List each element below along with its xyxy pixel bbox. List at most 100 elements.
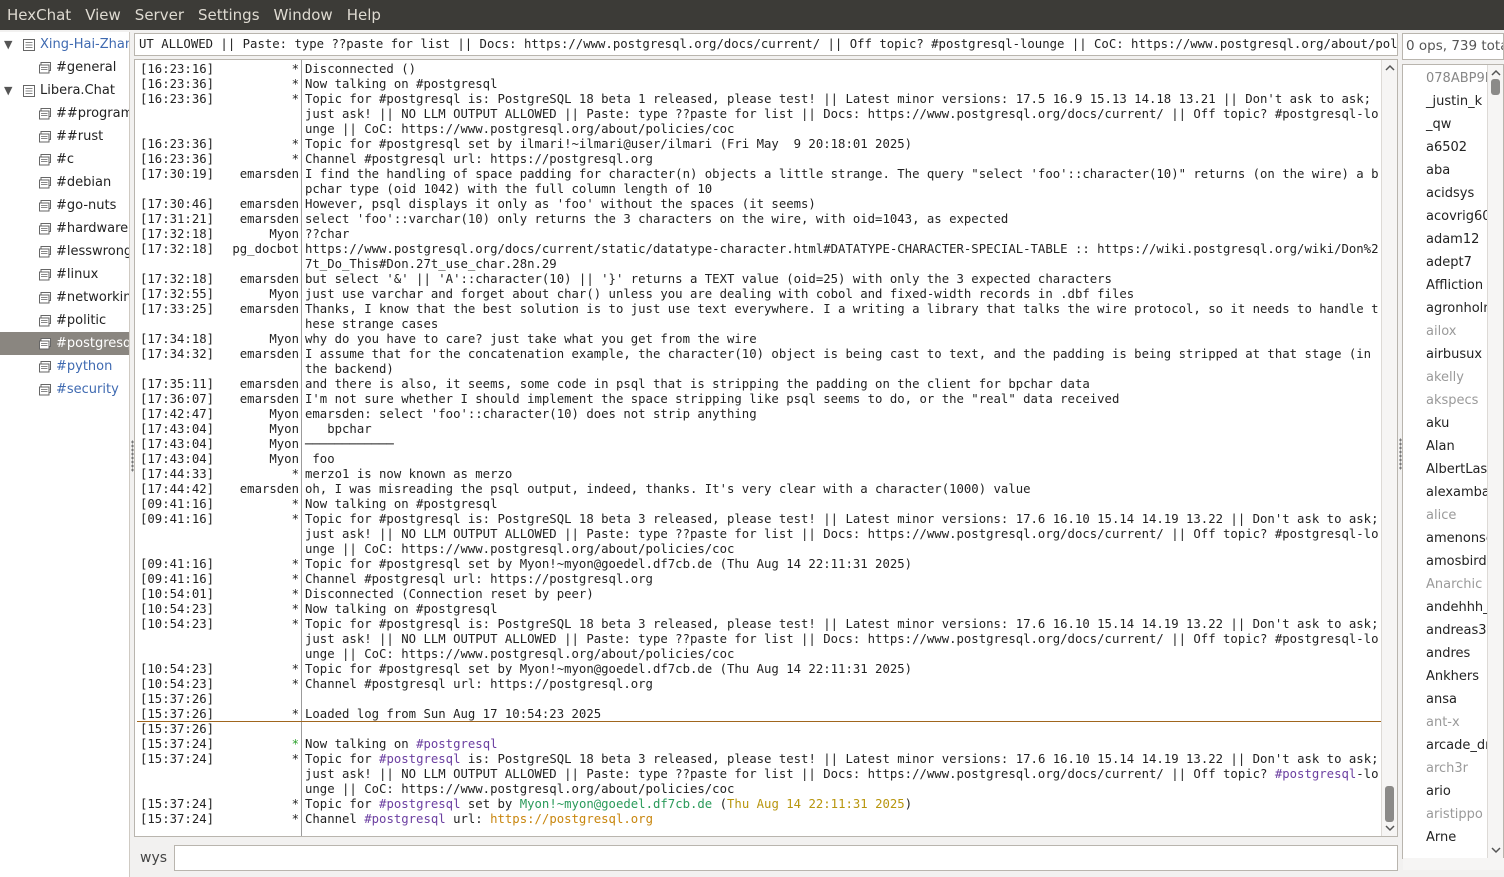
nickname[interactable]: Myon <box>207 227 299 242</box>
user-entry[interactable]: akelly <box>1426 370 1464 385</box>
user-entry[interactable]: a6502 <box>1426 140 1467 155</box>
user-entry[interactable]: ansa <box>1426 692 1457 707</box>
server-libera-chat[interactable]: ▼ Libera.Chat <box>0 79 129 102</box>
menu-settings[interactable]: Settings <box>198 0 260 30</box>
userlist-scrollbar[interactable] <box>1487 65 1503 858</box>
nickname[interactable]: emarsden <box>207 302 299 317</box>
user-entry[interactable]: alice <box>1426 508 1456 523</box>
expander-icon[interactable]: ▼ <box>4 38 12 51</box>
nickname[interactable]: * <box>207 662 299 677</box>
nickname[interactable]: * <box>207 152 299 167</box>
user-entry[interactable]: ailox <box>1426 324 1456 339</box>
nickname[interactable]: Myon <box>207 332 299 347</box>
nickname[interactable]: * <box>207 77 299 92</box>
nickname[interactable]: emarsden <box>207 197 299 212</box>
topic-bar[interactable]: UT ALLOWED || Paste: type ??paste for li… <box>134 33 1398 56</box>
user-entry[interactable]: aristippo <box>1426 807 1483 822</box>
nickname[interactable]: pg_docbot <box>207 242 299 257</box>
nickname[interactable]: * <box>207 602 299 617</box>
user-entry[interactable]: _justin_k <box>1426 94 1482 109</box>
channel-python[interactable]: #python <box>0 355 129 378</box>
user-entry[interactable]: adam12 <box>1426 232 1479 247</box>
nickname[interactable]: * <box>207 467 299 482</box>
user-entry[interactable]: amosbird <box>1426 554 1487 569</box>
nickname[interactable]: * <box>207 617 299 632</box>
user-entry[interactable]: akspecs <box>1426 393 1478 408</box>
scroll-down-icon[interactable] <box>1385 823 1395 833</box>
user-entry[interactable]: ant-x <box>1426 715 1460 730</box>
menu-server[interactable]: Server <box>135 0 184 30</box>
user-entry[interactable]: arch3r <box>1426 761 1468 776</box>
user-entry[interactable]: alexambar <box>1426 485 1495 500</box>
nickname[interactable]: * <box>207 512 299 527</box>
nickname[interactable]: Myon <box>207 422 299 437</box>
nickname[interactable]: emarsden <box>207 212 299 227</box>
nickname[interactable]: * <box>207 737 299 752</box>
user-entry[interactable]: Arne <box>1426 830 1456 845</box>
nickname[interactable]: emarsden <box>207 272 299 287</box>
nickname[interactable]: * <box>207 572 299 587</box>
user-entry[interactable]: agronholm <box>1426 301 1496 316</box>
menu-help[interactable]: Help <box>347 0 381 30</box>
user-entry[interactable]: ario <box>1426 784 1451 799</box>
menu-view[interactable]: View <box>85 0 121 30</box>
nickname[interactable]: * <box>207 137 299 152</box>
menu-window[interactable]: Window <box>274 0 333 30</box>
expander-icon[interactable]: ▼ <box>4 84 12 97</box>
channel-postgresql[interactable]: #postgresql <box>0 332 129 355</box>
channel-linux[interactable]: #linux <box>0 263 129 286</box>
nickname[interactable]: * <box>207 812 299 827</box>
nickname[interactable]: emarsden <box>207 167 299 182</box>
nickname[interactable]: emarsden <box>207 482 299 497</box>
scroll-up-icon[interactable] <box>1491 68 1501 78</box>
nickname[interactable]: emarsden <box>207 377 299 392</box>
nickname[interactable]: * <box>207 557 299 572</box>
userlist-hscrollbar[interactable] <box>1403 858 1504 870</box>
user-entry[interactable]: arcade_dr <box>1426 738 1491 753</box>
user-entry[interactable]: aku <box>1426 416 1449 431</box>
channel-general[interactable]: #general <box>0 56 129 79</box>
nickname[interactable]: emarsden <box>207 392 299 407</box>
nickname[interactable]: * <box>207 497 299 512</box>
channel-politic[interactable]: #politic <box>0 309 129 332</box>
channel-security[interactable]: #security <box>0 378 129 401</box>
channel-programming[interactable]: ##programming <box>0 102 129 125</box>
channel-lesswrong[interactable]: #lesswrong <box>0 240 129 263</box>
nickname[interactable]: * <box>207 797 299 812</box>
scroll-down-icon[interactable] <box>1491 845 1501 855</box>
nickname[interactable]: * <box>207 677 299 692</box>
message-input[interactable] <box>174 845 1398 871</box>
chat-scrollbar[interactable] <box>1381 60 1397 836</box>
user-entry[interactable]: Alan <box>1426 439 1455 454</box>
channel-go-nuts[interactable]: #go-nuts <box>0 194 129 217</box>
user-entry[interactable]: _qw <box>1426 117 1451 132</box>
user-entry[interactable]: Anarchic <box>1426 577 1482 592</box>
menu-hexchat[interactable]: HexChat <box>7 0 71 30</box>
channel-networking[interactable]: #networking <box>0 286 129 309</box>
user-entry[interactable]: Ankhers <box>1426 669 1479 684</box>
pane-resize-handle-right[interactable] <box>1399 438 1402 470</box>
nickname[interactable]: Myon <box>207 437 299 452</box>
user-entry[interactable]: andres <box>1426 646 1470 661</box>
nickname-button[interactable]: wys <box>140 850 167 866</box>
nickname[interactable]: * <box>207 587 299 602</box>
user-entry[interactable]: acidsys <box>1426 186 1474 201</box>
nickname[interactable]: emarsden <box>207 347 299 362</box>
user-entry[interactable]: acovrig60 <box>1426 209 1491 224</box>
user-entry[interactable]: AlbertLash <box>1426 462 1495 477</box>
user-entry[interactable]: Affliction <box>1426 278 1483 293</box>
user-entry[interactable]: aba <box>1426 163 1450 178</box>
channel-hardware[interactable]: #hardware <box>0 217 129 240</box>
nickname[interactable]: * <box>207 92 299 107</box>
user-entry[interactable]: adept7 <box>1426 255 1472 270</box>
chat-scroll-thumb[interactable] <box>1385 786 1394 822</box>
scroll-up-icon[interactable] <box>1385 63 1395 73</box>
nickname[interactable]: * <box>207 707 299 722</box>
nickname[interactable]: * <box>207 752 299 767</box>
nickname[interactable]: Myon <box>207 407 299 422</box>
userlist-scroll-thumb[interactable] <box>1491 79 1500 95</box>
channel-c[interactable]: #c <box>0 148 129 171</box>
pane-resize-handle-left[interactable] <box>131 440 134 472</box>
user-entry[interactable]: andreas30 <box>1426 623 1495 638</box>
user-entry[interactable]: andehhh_ <box>1426 600 1490 615</box>
